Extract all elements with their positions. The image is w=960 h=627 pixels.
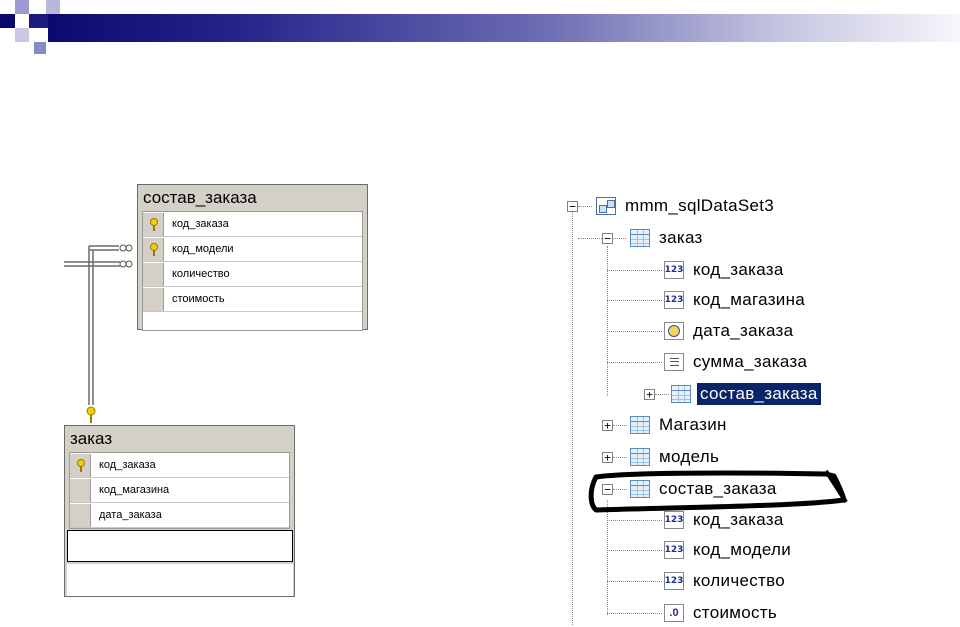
diagram-column-row[interactable]: код_модели: [143, 237, 362, 262]
tree-node-dataset[interactable]: mmm_sqlDataSet3: [596, 192, 777, 220]
column-name: стоимость: [172, 293, 225, 305]
diagram-table-sostav-zakaza[interactable]: состав_заказа код_заказа код_модели коли…: [137, 184, 368, 331]
tree-node-table-zakaz[interactable]: заказ: [630, 224, 706, 252]
tree-node-column[interactable]: дата_заказа: [664, 317, 796, 345]
diagram-table-columns: код_заказа код_модели количество стоимос…: [142, 211, 363, 331]
tree-node-column[interactable]: сумма_заказа: [664, 348, 810, 376]
tree-node-column[interactable]: .0 стоимость: [664, 599, 780, 627]
diagram-column-row[interactable]: количество: [143, 262, 362, 287]
tree-node-column[interactable]: 123 код_заказа: [664, 256, 787, 284]
diagram-column-row[interactable]: дата_заказа: [70, 503, 289, 528]
integer-column-icon: 123: [664, 511, 684, 529]
row-selector[interactable]: [143, 287, 164, 311]
tree-node-label: количество: [693, 571, 786, 590]
tree-line: [613, 425, 627, 426]
tree-node-label: mmm_sqlDataSet3: [625, 196, 775, 215]
tree-line: [607, 270, 662, 271]
tree-line: [607, 500, 608, 615]
diagram-column-row[interactable]: код_магазина: [70, 478, 289, 503]
tree-node-table-sostav[interactable]: состав_заказа: [630, 475, 780, 503]
table-overlay-box: [67, 530, 293, 562]
tree-line: [607, 550, 662, 551]
tree-node-label: код_заказа: [693, 510, 784, 529]
integer-column-icon: 123: [664, 291, 684, 309]
tree-node-label: заказ: [659, 228, 703, 247]
row-selector[interactable]: [143, 212, 164, 236]
datetime-column-icon: [664, 322, 684, 340]
column-name: код_модели: [172, 243, 234, 255]
tree-line: [607, 581, 662, 582]
tree-node-label: состав_заказа: [659, 479, 777, 498]
column-name: код_заказа: [99, 459, 156, 471]
collapse-button[interactable]: −: [602, 484, 613, 495]
diagram-table-columns: код_заказа код_магазина дата_заказа: [69, 452, 290, 529]
primary-key-icon: [149, 242, 158, 256]
tree-node-table-magazin[interactable]: Магазин: [630, 411, 730, 439]
tree-line: [607, 331, 662, 332]
tree-line: [607, 520, 662, 521]
column-name: код_заказа: [172, 218, 229, 230]
relationship-key-icon: [86, 406, 96, 423]
diagram-column-row[interactable]: стоимость: [143, 287, 362, 312]
row-selector[interactable]: [143, 262, 164, 286]
tree-node-column[interactable]: 123 код_модели: [664, 536, 794, 564]
tree-node-label: стоимость: [693, 603, 778, 622]
tree-node-relation-sostav[interactable]: состав_заказа: [671, 380, 822, 408]
tree-node-label: дата_заказа: [693, 321, 794, 340]
collapse-button[interactable]: −: [602, 233, 613, 244]
column-name: дата_заказа: [99, 509, 162, 521]
table-icon: [671, 385, 691, 403]
tree-line: [613, 489, 627, 490]
integer-column-icon: 123: [664, 541, 684, 559]
diagram-table-title: заказ: [70, 429, 113, 448]
column-name: код_магазина: [99, 484, 170, 496]
tree-line: [607, 613, 662, 614]
expand-button[interactable]: +: [644, 389, 655, 400]
table-icon: [630, 229, 650, 247]
diagram-column-row[interactable]: код_заказа: [70, 453, 289, 478]
primary-key-icon: [76, 458, 85, 472]
tree-node-label: код_заказа: [693, 260, 784, 279]
dataset-icon: [596, 197, 616, 215]
diagram-table-title: состав_заказа: [143, 188, 257, 207]
tree-node-label-selected: состав_заказа: [696, 382, 822, 406]
tree-line: [607, 362, 662, 363]
text-column-icon: [664, 353, 684, 371]
tree-node-label: Магазин: [659, 415, 727, 434]
row-selector[interactable]: [70, 453, 91, 477]
empty-row: [143, 312, 362, 330]
table-icon: [630, 448, 650, 466]
row-selector[interactable]: [70, 478, 91, 502]
integer-column-icon: 123: [664, 572, 684, 590]
primary-key-icon: [149, 217, 158, 231]
collapse-button[interactable]: −: [567, 201, 578, 212]
table-icon: [630, 416, 650, 434]
tree-node-column[interactable]: 123 код_магазина: [664, 286, 808, 314]
tree-node-column[interactable]: 123 код_заказа: [664, 506, 787, 534]
tree-line: [655, 394, 669, 395]
tree-node-table-model[interactable]: модель: [630, 443, 722, 471]
expand-button[interactable]: +: [602, 452, 613, 463]
tree-node-label: код_модели: [693, 540, 792, 559]
row-selector[interactable]: [143, 237, 164, 261]
tree-node-column[interactable]: 123 количество: [664, 567, 788, 595]
decimal-column-icon: .0: [664, 604, 684, 622]
tree-line: [572, 212, 573, 625]
table-blank-area: [67, 564, 293, 596]
diagram-column-row[interactable]: код_заказа: [143, 212, 362, 237]
row-selector[interactable]: [70, 503, 91, 527]
tree-node-label: сумма_заказа: [693, 352, 808, 371]
tree-line: [607, 300, 662, 301]
tree-node-label: модель: [659, 447, 720, 466]
integer-column-icon: 123: [664, 261, 684, 279]
tree-line: [613, 457, 627, 458]
expand-button[interactable]: +: [602, 420, 613, 431]
table-icon: [630, 480, 650, 498]
tree-line: [578, 206, 592, 207]
tree-node-label: код_магазина: [693, 290, 806, 309]
column-name: количество: [172, 268, 230, 280]
diagram-table-zakaz[interactable]: заказ код_заказа код_магазина дата_заказ…: [64, 425, 295, 597]
tree-line: [607, 246, 608, 396]
